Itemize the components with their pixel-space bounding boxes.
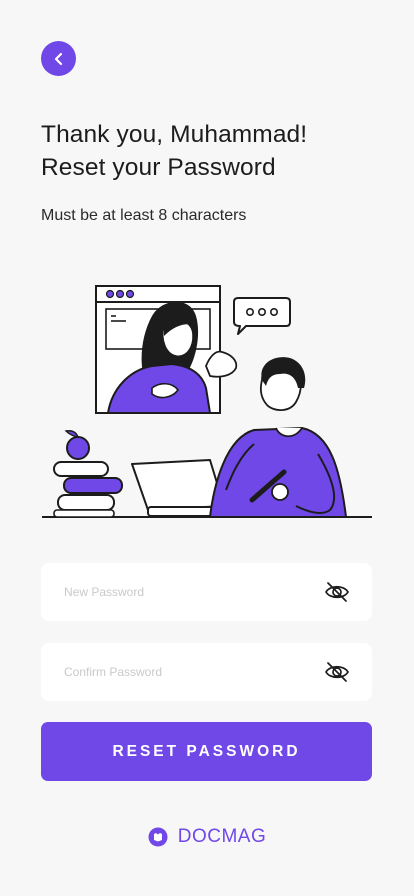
new-password-input[interactable] [64,585,284,599]
back-button[interactable] [41,41,76,76]
brand-name: DOCMAG [177,826,267,847]
brand-footer: DOCMAG [0,826,414,848]
docmag-logo-icon [148,827,168,847]
title-line-2: Reset your Password [41,154,276,181]
eye-off-icon[interactable] [324,579,350,605]
new-password-field[interactable] [41,563,372,621]
password-hint: Must be at least 8 characters [41,207,247,224]
confirm-password-field[interactable] [41,643,372,701]
confirm-password-input[interactable] [64,665,284,679]
chevron-left-icon [54,52,62,65]
reset-password-illustration [42,285,372,518]
page-title: Thank you, Muhammad! Reset your Password [41,118,381,184]
title-line-1: Thank you, Muhammad! [41,121,308,148]
reset-password-button[interactable]: RESET PASSWORD [41,722,372,781]
eye-off-icon[interactable] [324,659,350,685]
